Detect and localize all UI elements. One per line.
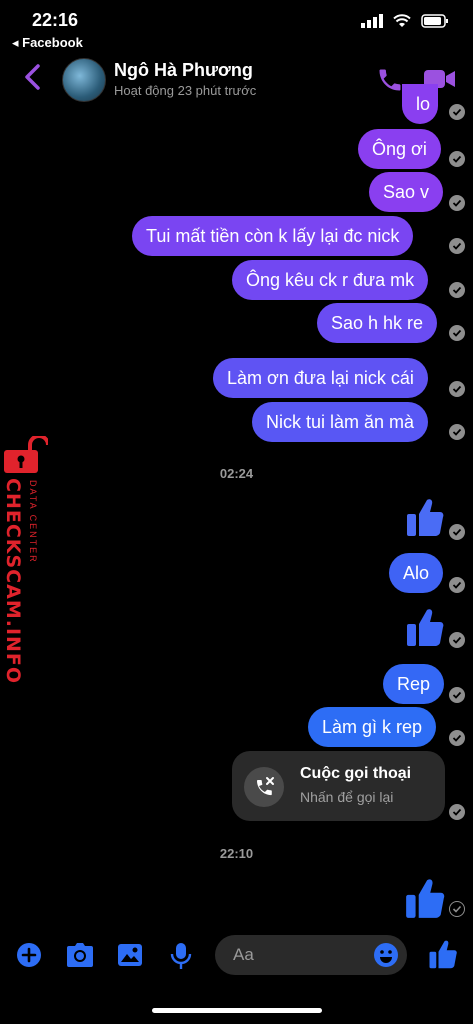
call-card-subtitle: Nhấn để gọi lại — [300, 789, 394, 805]
read-receipt-icon — [449, 804, 465, 820]
message-text: Làm ơn đưa lại nick cái — [227, 368, 414, 388]
home-indicator[interactable] — [152, 1008, 322, 1013]
camera-icon[interactable] — [66, 942, 94, 968]
sent-status-icon — [449, 901, 465, 917]
contact-name[interactable]: Ngô Hà Phương — [114, 60, 253, 81]
message-input[interactable]: Aa — [215, 935, 407, 975]
watermark-brand: CHECKSCAM.INFO — [2, 478, 24, 685]
phone-call-icon[interactable] — [376, 66, 404, 94]
message-text: lo — [416, 94, 431, 114]
read-receipt-icon — [449, 325, 465, 341]
message-input-placeholder: Aa — [233, 945, 254, 964]
timestamp-divider: 02:24 — [219, 466, 254, 481]
message-text: Nick tui làm ăn mà — [266, 412, 415, 432]
message-text: Alo — [403, 563, 430, 583]
activity-status: Hoạt động 23 phút trước — [114, 83, 257, 98]
missed-call-card[interactable]: Cuộc gọi thoại Nhấn để gọi lại — [232, 751, 445, 821]
message-text: Ông kêu ck r đưa mk — [246, 270, 415, 290]
message-bubble[interactable]: Làm ơn đưa lại nick cái — [213, 358, 428, 398]
system-icons — [361, 14, 449, 28]
read-receipt-icon — [449, 381, 465, 397]
message-bubble[interactable]: Tui mất tiền còn k lấy lại đc nick — [132, 216, 414, 256]
read-receipt-icon — [449, 238, 465, 254]
call-card-title: Cuộc gọi thoại — [300, 765, 412, 782]
timestamp-divider: 22:10 — [219, 846, 254, 861]
message-bubble[interactable]: Sao v — [369, 172, 444, 212]
message-bubble[interactable]: Ông ơi — [358, 129, 441, 169]
microphone-icon[interactable] — [170, 942, 192, 970]
padlock-icon — [4, 436, 48, 473]
gallery-icon[interactable] — [117, 942, 143, 968]
message-text: Ông ơi — [372, 139, 427, 159]
read-receipt-icon — [449, 524, 465, 540]
missed-call-icon — [244, 767, 284, 807]
message-text: Sao h hk re — [331, 313, 424, 333]
read-receipt-icon — [449, 730, 465, 746]
composer-bar: Aa — [0, 930, 473, 990]
read-receipt-icon — [449, 424, 465, 440]
read-receipt-icon — [449, 195, 465, 211]
read-receipt-icon — [449, 632, 465, 648]
message-bubble[interactable]: Rep — [383, 664, 445, 704]
message-text: Làm gì k rep — [322, 717, 423, 737]
message-bubble[interactable]: lo — [402, 84, 438, 124]
message-bubble[interactable]: Làm gì k rep — [308, 707, 437, 747]
message-text: Tui mất tiền còn k lấy lại đc nick — [146, 226, 400, 246]
avatar[interactable] — [62, 58, 106, 102]
status-bar: 22:16 ◂ Facebook — [0, 0, 473, 52]
clock: 22:16 — [32, 10, 79, 30]
message-text: Sao v — [383, 182, 430, 202]
message-bubble[interactable]: Alo — [389, 553, 444, 593]
battery-icon — [421, 14, 448, 28]
like-button-icon[interactable] — [428, 938, 458, 970]
message-text: Rep — [397, 674, 431, 694]
back-chevron-icon[interactable] — [20, 62, 46, 92]
message-bubble[interactable]: Nick tui làm ăn mà — [252, 402, 429, 442]
message-bubble[interactable]: Sao h hk re — [317, 303, 438, 343]
emoji-icon[interactable] — [373, 942, 399, 968]
read-receipt-icon — [449, 282, 465, 298]
wifi-icon — [393, 14, 411, 27]
thumbs-up-icon[interactable] — [405, 496, 445, 538]
read-receipt-icon — [449, 577, 465, 593]
plus-icon[interactable] — [16, 942, 42, 968]
read-receipt-icon — [449, 151, 465, 167]
thumbs-up-icon[interactable] — [404, 876, 446, 920]
back-to-facebook-link[interactable]: ◂ Facebook — [12, 35, 83, 51]
thumbs-up-icon[interactable] — [405, 606, 445, 648]
watermark-sub: DATA CENTER — [28, 480, 38, 564]
read-receipt-icon — [449, 104, 465, 120]
read-receipt-icon — [449, 687, 465, 703]
watermark: CHECKSCAM.INFO DATA CENTER — [0, 436, 52, 684]
signal-icon — [361, 14, 383, 28]
message-bubble[interactable]: Ông kêu ck r đưa mk — [232, 260, 429, 300]
